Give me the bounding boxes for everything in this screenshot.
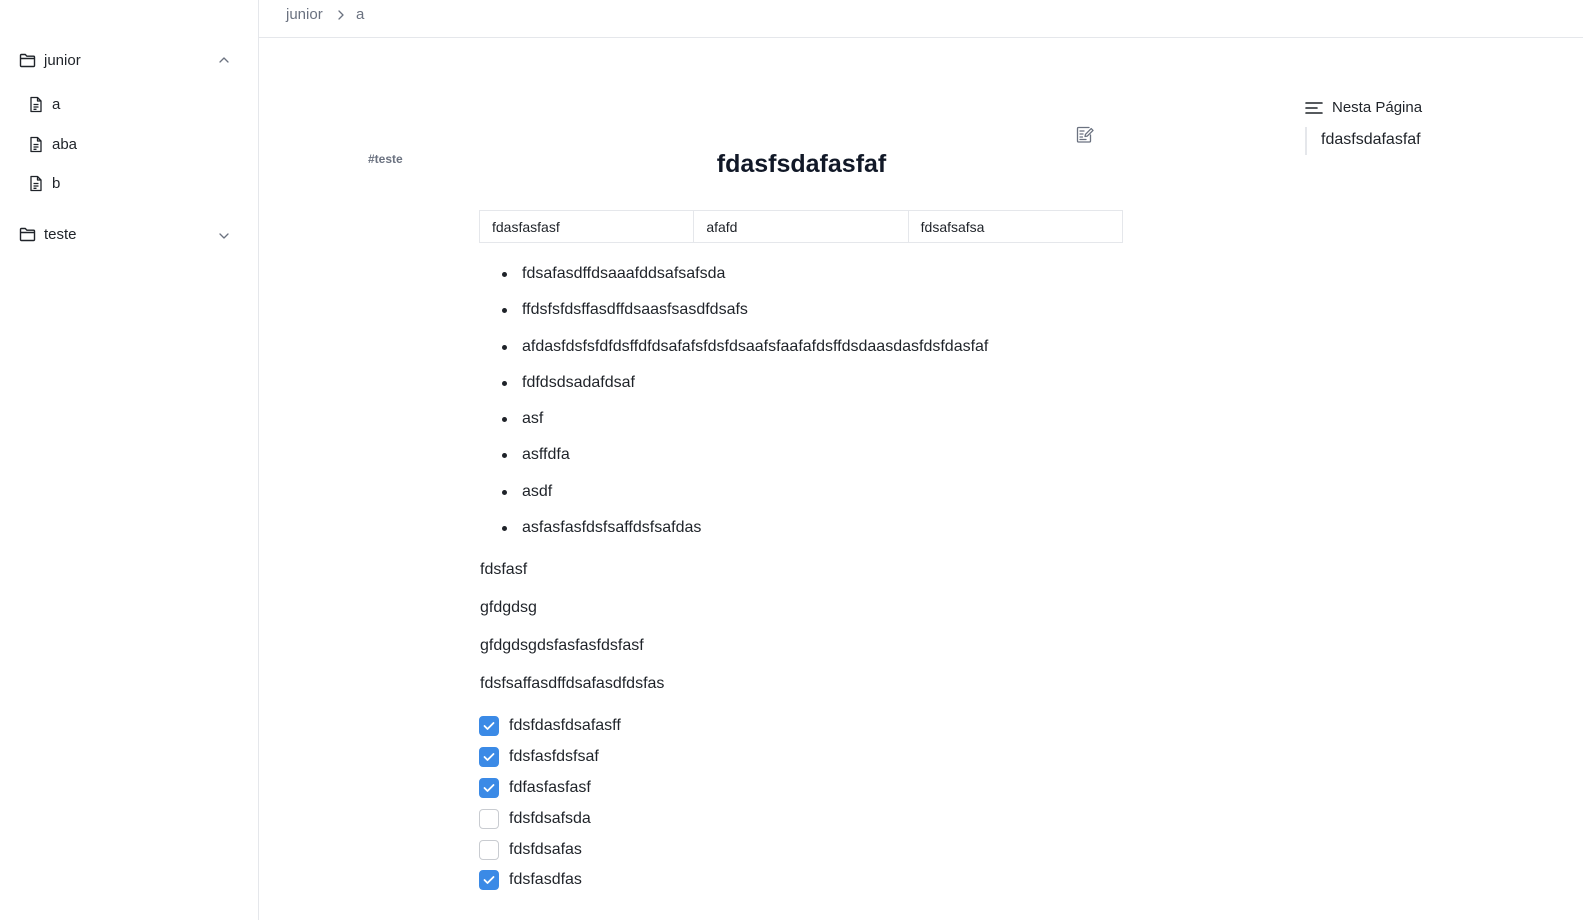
task-label: fdsfasfdsfsaf <box>509 748 599 766</box>
page-title: fdasfsdafasfaf <box>716 150 887 178</box>
task-checkbox[interactable] <box>479 839 499 860</box>
sidebar-folder-label: junior <box>44 51 81 69</box>
table-cell: fdsafsafsa <box>920 219 985 235</box>
content-table: fdasfasfasf afafd fdsafsafsa <box>479 210 1123 243</box>
list-item: asffdfa <box>500 443 988 479</box>
task-label: fdfasfasfasf <box>509 778 591 796</box>
task-label: fdsfasdfas <box>509 871 582 889</box>
list-item: asf <box>500 407 988 443</box>
task-item: fdfasfasfasf <box>479 773 621 804</box>
task-checkbox[interactable] <box>479 808 499 829</box>
toc-heading-label: Nesta Página <box>1332 99 1423 116</box>
task-item: fdsfdsafas <box>479 834 621 865</box>
list-item: fdsafasdffdsaaafddsafsafsda <box>500 262 988 298</box>
sidebar-item-label: aba <box>52 135 78 153</box>
list-item: asdf <box>500 480 988 516</box>
task-list: fdsfdasfdsafasff fdsfasfdsfsaf fdfasfasf… <box>479 711 621 896</box>
task-checkbox[interactable] <box>479 777 499 798</box>
sidebar-folder-teste[interactable]: teste <box>19 222 234 246</box>
doc-tag[interactable]: #teste <box>368 152 403 166</box>
chevron-up-icon[interactable] <box>218 54 230 66</box>
file-icon <box>28 136 44 153</box>
toc-divider <box>1305 127 1307 155</box>
task-item: fdsfasdfas <box>479 865 621 896</box>
chevron-right-icon <box>336 9 346 21</box>
paragraph: fdsfasf <box>480 561 528 578</box>
list-item: asfasfasfdsfsaffdsfsafdas <box>500 516 988 552</box>
task-label: fdsfdasfdsafasff <box>509 717 621 735</box>
folder-icon <box>19 227 36 242</box>
list-item: afdasfdsfsfdfdsffdfdsafafsfdsfdsaafsfaaf… <box>500 335 988 371</box>
table-cell: fdasfasfasf <box>480 211 695 242</box>
folder-icon <box>19 53 36 68</box>
paragraph: gfdgdsgdsfasfasfdsfasf <box>480 637 644 654</box>
table-cell: afafd <box>694 211 909 242</box>
task-item: fdsfdsafsda <box>479 803 621 834</box>
task-item: fdsfasfdsfsaf <box>479 742 621 773</box>
sidebar-item-b[interactable]: b <box>28 172 60 194</box>
task-label: fdsfdsafsda <box>509 809 591 827</box>
paragraph: gfdgdsg <box>480 599 537 616</box>
list-item: fdfdsdsadafdsaf <box>500 371 988 407</box>
align-left-icon <box>1305 101 1323 115</box>
task-item: fdsfdasfdsafasff <box>479 711 621 742</box>
sidebar-item-a[interactable]: a <box>28 93 60 115</box>
list-item: ffdsfsfdsffasdffdsaasfsasdfdsafs <box>500 298 988 334</box>
task-checkbox[interactable] <box>479 870 499 891</box>
paragraph: fdsfsaffasdffdsafasdfdsfas <box>480 675 665 692</box>
task-label: fdsfdsafas <box>509 840 582 858</box>
breadcrumb-item-a[interactable]: a <box>356 6 364 23</box>
breadcrumb-item-junior[interactable]: junior <box>286 6 323 23</box>
task-checkbox[interactable] <box>479 716 499 737</box>
sidebar: junior a aba b teste <box>0 0 259 920</box>
sidebar-folder-label: teste <box>44 225 77 243</box>
toc-item[interactable]: fdasfsdafasfaf <box>1321 131 1421 149</box>
task-checkbox[interactable] <box>479 747 499 768</box>
file-icon <box>28 96 44 113</box>
edit-icon[interactable] <box>1075 125 1094 144</box>
sidebar-folder-junior[interactable]: junior <box>19 48 234 72</box>
bullet-list: fdsafasdffdsaaafddsafsafsda ffdsfsfdsffa… <box>500 262 988 552</box>
chevron-down-icon[interactable] <box>218 230 230 242</box>
sidebar-item-label: b <box>52 174 61 192</box>
file-icon <box>28 175 44 192</box>
breadcrumb: junior a <box>259 0 1583 38</box>
sidebar-item-label: a <box>52 95 61 113</box>
toc-heading: Nesta Página <box>1305 99 1422 116</box>
sidebar-item-aba[interactable]: aba <box>28 133 77 155</box>
